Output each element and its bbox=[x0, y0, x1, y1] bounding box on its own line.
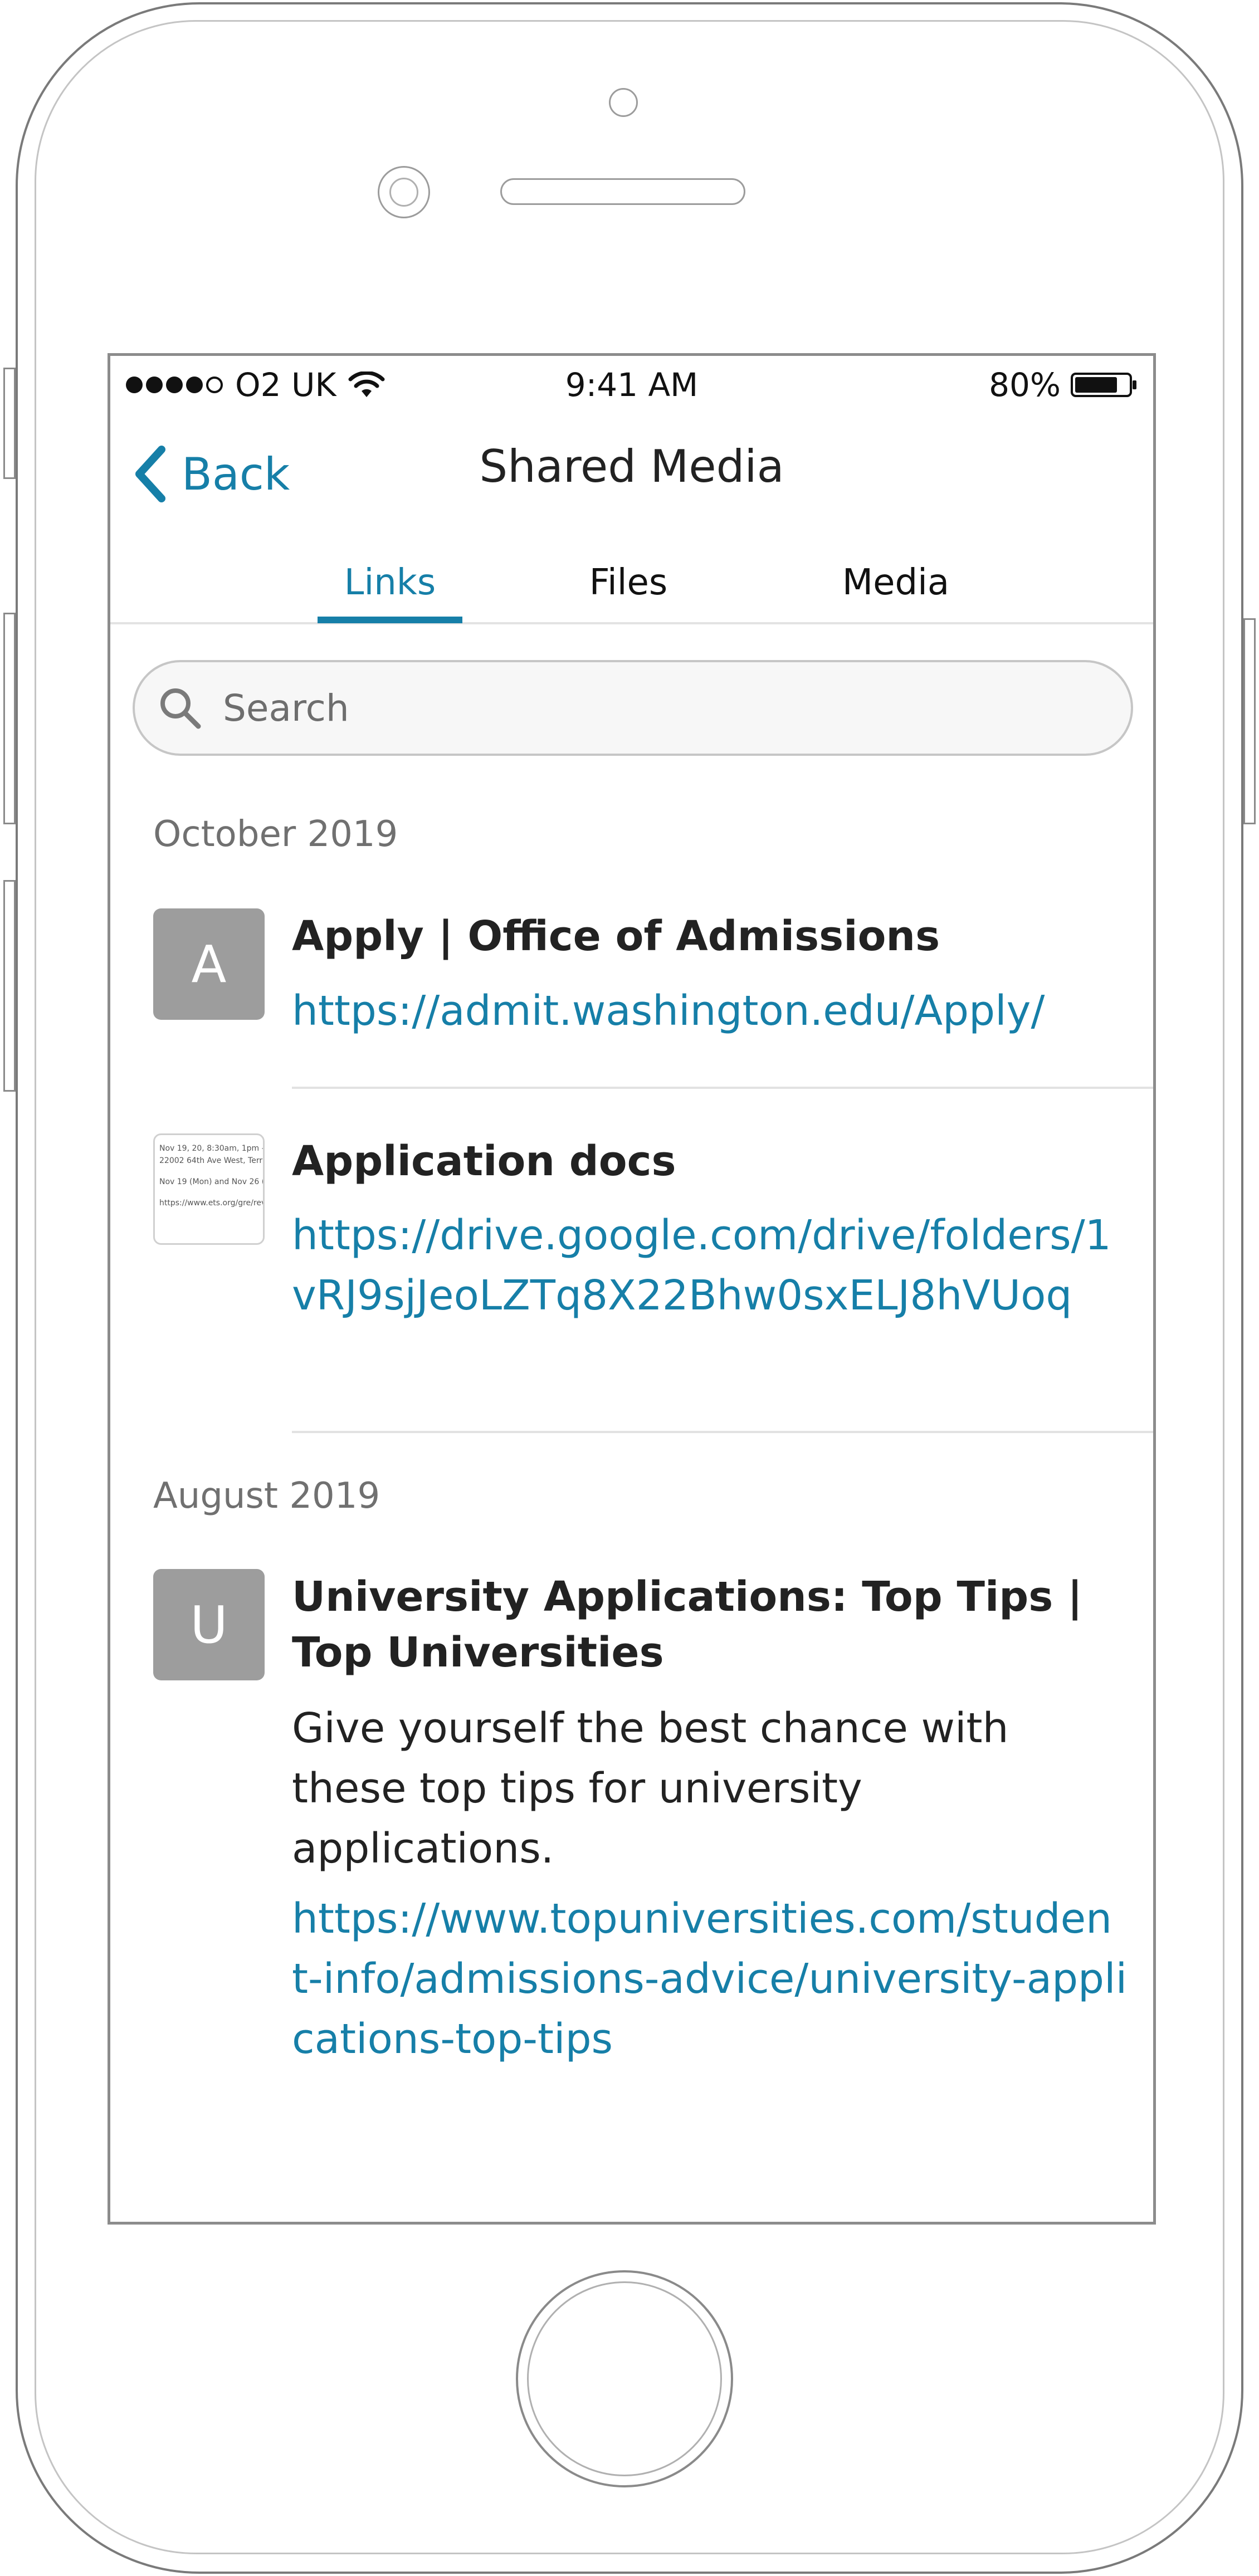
thumbnail-text: 22002 64th Ave West, Terrace W bbox=[159, 1156, 263, 1165]
section-header: August 2019 bbox=[153, 1475, 380, 1517]
volume-up-button bbox=[3, 613, 16, 824]
volume-down-button bbox=[3, 880, 16, 1092]
avatar: U bbox=[153, 1569, 265, 1680]
tab-files[interactable]: Files bbox=[573, 556, 684, 622]
avatar: A bbox=[153, 908, 265, 1020]
section-header: October 2019 bbox=[153, 814, 398, 855]
screen: O2 UK 9:41 AM 80% Back Shared Media Link… bbox=[108, 353, 1156, 2225]
link-title: Application docs bbox=[292, 1137, 676, 1185]
search-bar[interactable] bbox=[133, 660, 1133, 756]
tab-bar: Links Files Media bbox=[110, 556, 1153, 624]
thumbnail-text: Nov 19 (Mon) and Nov 26 (Mon bbox=[159, 1177, 265, 1186]
home-button[interactable] bbox=[516, 2270, 733, 2487]
link-title: University Applications: Top Tips | Top … bbox=[292, 1573, 1083, 1676]
link-url[interactable]: https://admit.washington.edu/Apply/ bbox=[292, 981, 1128, 1041]
link-description: Give yourself the best chance with these… bbox=[292, 1704, 1009, 1873]
thumbnail-text: https://www.ets.org/gre/revise bbox=[159, 1199, 263, 1208]
battery-percentage: 80% bbox=[989, 366, 1061, 404]
divider bbox=[292, 1431, 1153, 1433]
thumbnail-text: Nov 19, 20, 8:30am, 1pm — Pro bbox=[159, 1144, 263, 1153]
page-title: Shared Media bbox=[479, 441, 784, 492]
status-bar: O2 UK 9:41 AM 80% bbox=[110, 356, 1153, 417]
battery-status: 80% bbox=[989, 366, 1138, 404]
power-button bbox=[1243, 618, 1256, 824]
divider bbox=[292, 1087, 1153, 1089]
battery-icon bbox=[1071, 373, 1136, 397]
search-input[interactable] bbox=[222, 686, 1060, 730]
proximity-sensor bbox=[378, 166, 430, 218]
front-camera bbox=[609, 88, 638, 117]
link-title: Apply | Office of Admissions bbox=[292, 912, 940, 960]
tab-media[interactable]: Media bbox=[823, 556, 968, 622]
link-thumbnail: Nov 19, 20, 8:30am, 1pm — Pro 22002 64th… bbox=[153, 1133, 265, 1245]
link-url[interactable]: https://www.topuniversities.com/student-… bbox=[292, 1889, 1128, 2069]
search-icon bbox=[160, 688, 201, 729]
tab-links[interactable]: Links bbox=[318, 556, 462, 623]
earpiece-speaker bbox=[500, 178, 745, 205]
link-url[interactable]: https://drive.google.com/drive/folders/1… bbox=[292, 1205, 1128, 1326]
mute-switch bbox=[3, 368, 16, 479]
